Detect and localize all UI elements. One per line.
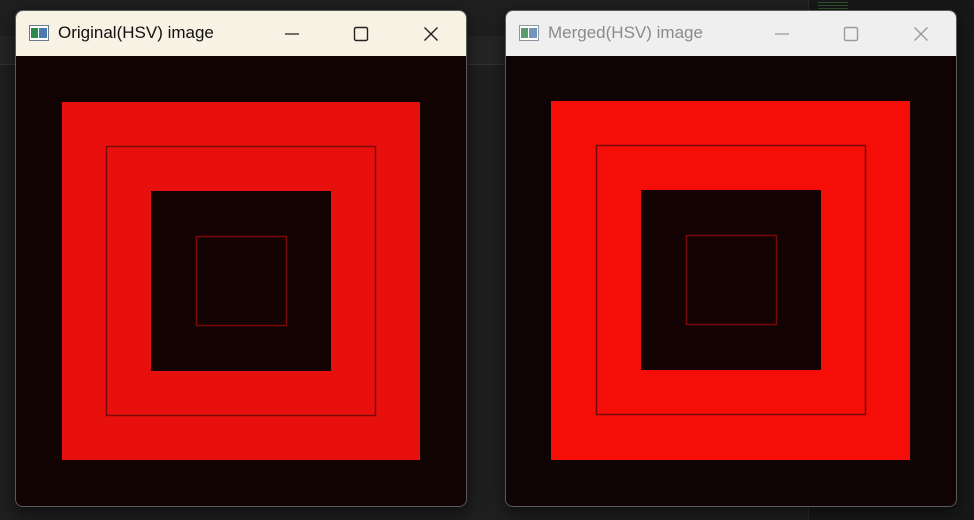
- window-title: Original(HSV) image: [58, 23, 214, 42]
- inner-dark-square: [151, 191, 331, 371]
- hsv-image: [506, 56, 956, 506]
- inner-dark-square: [641, 190, 821, 370]
- minimize-icon: [775, 32, 789, 35]
- close-button[interactable]: [893, 11, 949, 56]
- merged-image-window[interactable]: Merged(HSV) image: [505, 10, 957, 507]
- hsv-image: [16, 56, 466, 506]
- image-canvas: [506, 56, 956, 506]
- maximize-icon: [353, 26, 369, 41]
- app-image-icon: [29, 25, 49, 41]
- window-titlebar[interactable]: Merged(HSV) image: [506, 11, 956, 56]
- original-image-window[interactable]: Original(HSV) image: [15, 10, 467, 507]
- close-icon: [424, 26, 438, 41]
- maximize-button[interactable]: [333, 11, 389, 56]
- maximize-button[interactable]: [823, 11, 879, 56]
- minimize-icon: [285, 32, 299, 35]
- window-titlebar[interactable]: Original(HSV) image: [16, 11, 466, 56]
- maximize-icon: [843, 26, 859, 41]
- image-canvas: [16, 56, 466, 506]
- window-title: Merged(HSV) image: [548, 23, 703, 42]
- minimize-button[interactable]: [754, 11, 810, 56]
- minimize-button[interactable]: [264, 11, 320, 56]
- app-image-icon: [519, 25, 539, 41]
- close-button[interactable]: [403, 11, 459, 56]
- close-icon: [914, 26, 928, 41]
